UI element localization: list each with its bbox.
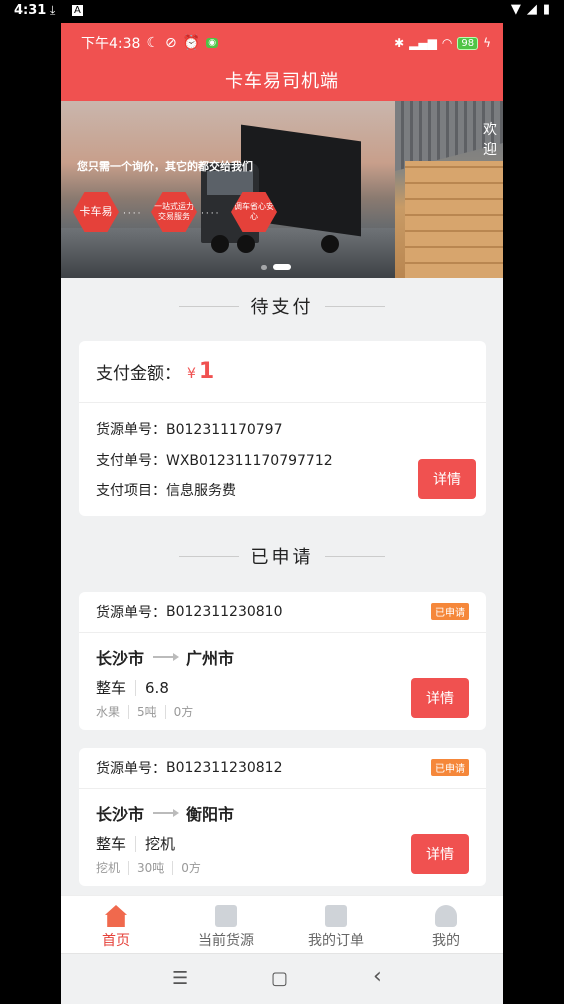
banner-hex-service: 一站式运力交易服务 bbox=[151, 192, 197, 232]
tab-my-orders[interactable]: 我的订单 bbox=[281, 896, 391, 954]
app-screen: 下午4:38 ☾ ⊘ ⏰ ◉ ✱ ▂▄▆ ◠ 98 ϟ 卡车易司机端 您只需一个… bbox=[61, 23, 503, 1004]
route-row: 长沙市 衡阳市 bbox=[96, 801, 234, 825]
route-arrow-icon bbox=[153, 653, 180, 661]
tab-mine[interactable]: 我的 bbox=[391, 896, 501, 954]
payment-detail-button[interactable]: 详情 bbox=[418, 459, 476, 499]
inner-time: 下午4:38 bbox=[81, 36, 141, 52]
order-detail-button[interactable]: 详情 bbox=[411, 834, 469, 874]
tab-home[interactable]: 首页 bbox=[61, 896, 171, 954]
moon-icon: ☾ bbox=[146, 35, 160, 51]
alarm-icon: ⏰ bbox=[182, 35, 201, 51]
route-row: 长沙市 广州市 bbox=[96, 645, 234, 669]
menu-icon[interactable]: ☰ bbox=[172, 968, 188, 989]
order-card[interactable]: 货源单号： B012311230810 已申请 长沙市 广州市 整车 6.8 水果 … bbox=[79, 592, 486, 730]
clipboard-icon bbox=[325, 905, 347, 927]
system-status-bar: 4:31 ⤓ A ▼ ◢ ▮ bbox=[0, 0, 564, 23]
wifi-icon: ▼ bbox=[510, 2, 521, 17]
download-icon: ⤓ bbox=[50, 3, 56, 17]
carousel-indicator-active[interactable] bbox=[273, 264, 291, 270]
payment-row: 支付单号：WXB012311170797712 bbox=[96, 453, 333, 469]
amount-value: ¥1 bbox=[187, 359, 215, 384]
mute-icon: ⊘ bbox=[165, 35, 177, 51]
box-icon bbox=[215, 905, 237, 927]
charging-icon: ϟ bbox=[483, 36, 491, 50]
pending-payment-card: 支付金额： ¥1 货源单号：B012311170797 支付单号：WXB0123… bbox=[79, 341, 486, 516]
user-icon bbox=[435, 905, 457, 927]
bluetooth-icon: ✱ bbox=[394, 36, 405, 50]
goods-meta-row: 水果 5吨 0方 bbox=[96, 704, 194, 719]
route-from: 长沙市 bbox=[96, 805, 145, 824]
battery-badge: 98 bbox=[457, 36, 479, 50]
signal-icon: ◢ bbox=[526, 2, 537, 17]
back-icon[interactable]: ‹ bbox=[373, 964, 382, 989]
vehicle-row: 整车 6.8 bbox=[96, 678, 169, 698]
order-detail-button[interactable]: 详情 bbox=[411, 678, 469, 718]
status-badge: 已申请 bbox=[431, 603, 469, 620]
status-badge: 已申请 bbox=[431, 759, 469, 776]
banner-slide-truck[interactable]: 您只需一个询价，其它的都交给我们 卡车易 ···· 一站式运力交易服务 ····… bbox=[61, 101, 395, 278]
system-time: 4:31 bbox=[14, 3, 47, 18]
bottom-tab-bar: 首页 当前货源 我的订单 我的 bbox=[61, 895, 503, 953]
banner-slide-warehouse[interactable]: 欢迎 bbox=[395, 101, 503, 278]
notification-a-icon: A bbox=[72, 5, 83, 16]
route-to: 广州市 bbox=[186, 649, 235, 668]
truck-image bbox=[201, 124, 361, 253]
wifi-icon: ◠ bbox=[441, 36, 453, 50]
system-nav-bar: ☰ ▢ ‹ bbox=[61, 953, 503, 1004]
section-title-pending: 待支付 bbox=[61, 293, 503, 319]
banner-dots: ···· bbox=[123, 209, 143, 219]
payment-row: 货源单号：B012311170797 bbox=[96, 422, 283, 438]
banner-hex-brand: 卡车易 bbox=[73, 192, 119, 232]
banner-carousel[interactable]: 您只需一个询价，其它的都交给我们 卡车易 ···· 一站式运力交易服务 ····… bbox=[61, 101, 503, 278]
carousel-indicator-dot[interactable] bbox=[261, 265, 267, 270]
battery-icon: ▮ bbox=[542, 2, 550, 17]
order-number-row: 货源单号： B012311230812 已申请 bbox=[79, 748, 486, 789]
page-title: 卡车易司机端 bbox=[225, 71, 339, 92]
home-nav-icon[interactable]: ▢ bbox=[271, 968, 288, 989]
section-title-applied: 已申请 bbox=[61, 543, 503, 569]
order-number-row: 货源单号： B012311230810 已申请 bbox=[79, 592, 486, 633]
banner-slogan: 您只需一个询价，其它的都交给我们 bbox=[77, 160, 253, 173]
wechat-icon: ◉ bbox=[206, 38, 219, 48]
home-icon bbox=[105, 905, 127, 927]
signal-icon: ▂▄▆ bbox=[409, 36, 437, 50]
tab-current-cargo[interactable]: 当前货源 bbox=[171, 896, 281, 954]
payment-row: 支付项目：信息服务费 bbox=[96, 483, 236, 499]
route-to: 衡阳市 bbox=[186, 805, 235, 824]
route-arrow-icon bbox=[153, 809, 180, 817]
order-card[interactable]: 货源单号： B012311230812 已申请 长沙市 衡阳市 整车 挖机 挖机 3… bbox=[79, 748, 486, 886]
inner-status-bar: 下午4:38 ☾ ⊘ ⏰ ◉ ✱ ▂▄▆ ◠ 98 ϟ bbox=[81, 33, 491, 53]
app-header: 下午4:38 ☾ ⊘ ⏰ ◉ ✱ ▂▄▆ ◠ 98 ϟ 卡车易司机端 bbox=[61, 23, 503, 101]
goods-meta-row: 挖机 30吨 0方 bbox=[96, 860, 201, 875]
banner-dots: ···· bbox=[201, 209, 221, 219]
payment-amount-row: 支付金额： ¥1 bbox=[79, 341, 486, 403]
vehicle-row: 整车 挖机 bbox=[96, 835, 176, 853]
banner-welcome-text: 欢迎 bbox=[483, 122, 497, 158]
amount-label: 支付金额： bbox=[96, 364, 181, 384]
route-from: 长沙市 bbox=[96, 649, 145, 668]
